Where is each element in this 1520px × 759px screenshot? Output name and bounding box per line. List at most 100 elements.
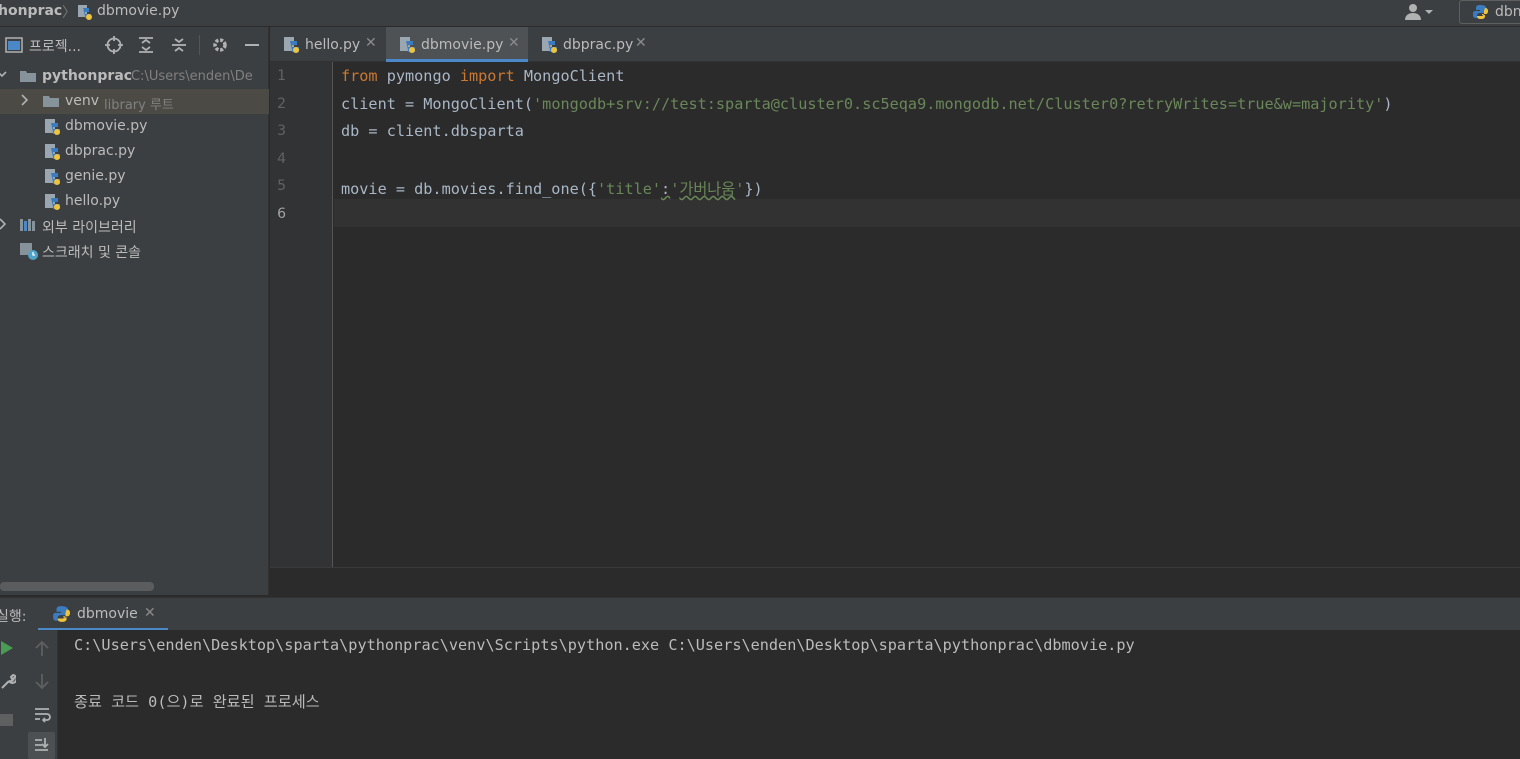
horizontal-scrollbar[interactable] — [0, 582, 154, 591]
tab-dbprac[interactable]: dbprac.py ✕ — [528, 27, 658, 62]
expand-all-icon[interactable] — [137, 36, 155, 54]
library-icon — [19, 217, 39, 237]
run-configuration-label: dbn — [1495, 4, 1520, 20]
line-number: 5 — [277, 178, 286, 194]
tab-label: dbprac.py — [563, 37, 634, 53]
tree-item-dbmovie[interactable]: dbmovie.py — [0, 114, 269, 139]
arrow-up-icon[interactable] — [34, 640, 50, 662]
navigation-bar: honprac 〉 dbmovie.py dbn — [0, 0, 1520, 27]
python-icon — [52, 605, 70, 627]
code-line-1: from pymongo import MongoClient — [341, 67, 624, 85]
gear-icon[interactable] — [211, 36, 229, 54]
python-file-icon — [44, 118, 62, 140]
tree-item-label: hello.py — [65, 193, 121, 209]
scroll-to-end-icon — [35, 738, 49, 751]
folder-icon — [19, 68, 37, 88]
code-text: MongoClient — [514, 67, 625, 85]
close-icon[interactable]: ✕ — [508, 35, 520, 51]
code-line-2: client = MongoClient('mongodb+srv://test… — [341, 95, 1393, 113]
run-console-output[interactable]: C:\Users\enden\Desktop\sparta\pythonprac… — [58, 630, 1520, 759]
project-panel-title[interactable]: 프로젝... — [29, 36, 81, 56]
code-string: 가버나움 — [679, 180, 736, 198]
soft-wrap-icon[interactable] — [33, 705, 51, 727]
tree-item-path: C:\Users\enden\De — [131, 69, 253, 84]
run-tab-dbmovie[interactable]: dbmovie ✕ — [38, 598, 168, 631]
tab-dbmovie[interactable]: dbmovie.py ✕ — [386, 27, 528, 62]
collapse-all-icon[interactable] — [170, 36, 188, 54]
python-file-icon — [399, 36, 417, 58]
breadcrumb-file[interactable]: dbmovie.py — [97, 3, 179, 19]
line-number: 3 — [277, 123, 286, 139]
tree-item-venv[interactable]: venv library 루트 — [0, 89, 269, 114]
project-panel: 프로젝... pythonprac C:\Users\enden\De venv… — [0, 27, 269, 595]
breadcrumb-project[interactable]: honprac — [0, 3, 62, 19]
chevron-down-icon[interactable] — [0, 67, 8, 85]
tree-item-label: venv — [65, 93, 100, 109]
console-line: 종료 코드 0(으)로 완료된 프로세스 — [74, 693, 320, 711]
tree-item-hint: library 루트 — [104, 98, 174, 113]
wrench-icon[interactable] — [0, 672, 18, 694]
python-file-icon — [77, 4, 93, 24]
tree-item-scratches[interactable]: 스크래치 및 콘솔 — [0, 238, 269, 263]
line-number: 4 — [277, 151, 286, 167]
python-file-icon — [44, 143, 62, 165]
tree-item-label: 스크래치 및 콘솔 — [42, 245, 142, 261]
code-string: 'title' — [597, 180, 662, 198]
python-file-icon — [283, 36, 301, 58]
user-icon — [1405, 4, 1433, 20]
code-line-3: db = client.dbsparta — [341, 122, 524, 140]
header-divider — [199, 35, 200, 55]
stop-icon[interactable] — [0, 713, 14, 731]
locate-icon[interactable] — [105, 36, 123, 54]
code-line-5: movie = db.movies.find_one({'title':'가버나… — [341, 177, 763, 199]
tree-item-label: pythonprac — [42, 68, 133, 84]
current-line-highlight — [334, 199, 1520, 227]
hide-panel-icon[interactable] — [243, 36, 261, 54]
tree-item-label: dbprac.py — [65, 143, 136, 159]
run-tab-label: dbmovie — [77, 606, 138, 622]
code-text: : — [661, 180, 671, 198]
tab-label: dbmovie.py — [421, 37, 504, 53]
line-number-gutter[interactable]: 1 2 3 4 5 6 — [270, 62, 333, 567]
editor-tab-bar: hello.py ✕ dbmovie.py ✕ dbprac.py ✕ — [270, 27, 1520, 62]
scratches-icon — [19, 242, 39, 264]
code-editor[interactable]: 1 2 3 4 5 6 from pymongo import MongoCli… — [270, 62, 1520, 567]
code-text: pymongo — [377, 67, 460, 85]
python-file-icon — [44, 168, 62, 190]
tree-item-label: genie.py — [65, 168, 126, 184]
project-view-icon[interactable] — [5, 37, 23, 57]
code-text: db = client.dbsparta — [341, 122, 524, 140]
breadcrumb-separator: 〉 — [62, 5, 76, 21]
chevron-right-icon[interactable] — [0, 217, 8, 235]
tree-item-pythonprac[interactable]: pythonprac C:\Users\enden\De — [0, 64, 269, 89]
close-icon[interactable]: ✕ — [365, 35, 377, 51]
tree-item-label: dbmovie.py — [65, 118, 148, 134]
editor-bottom-area — [270, 567, 1520, 595]
line-number: 1 — [277, 68, 286, 84]
arrow-down-icon[interactable] — [34, 672, 50, 694]
code-keyword: from — [341, 67, 378, 85]
python-file-icon — [44, 193, 62, 215]
tab-label: hello.py — [305, 37, 361, 53]
line-number-current: 6 — [277, 206, 286, 222]
close-icon[interactable]: ✕ — [144, 605, 156, 621]
chevron-right-icon[interactable] — [20, 93, 30, 111]
run-tool-window-header: 실행: dbmovie ✕ — [0, 597, 1520, 631]
user-account-button[interactable] — [1402, 2, 1438, 22]
tree-item-dbprac[interactable]: dbprac.py — [0, 139, 269, 164]
tab-hello[interactable]: hello.py ✕ — [270, 27, 385, 62]
tree-item-external-libraries[interactable]: 외부 라이브러리 — [0, 213, 269, 238]
code-keyword: import — [459, 67, 515, 85]
tree-item-genie[interactable]: genie.py — [0, 164, 269, 189]
code-text: }) — [744, 180, 763, 198]
code-text: client = MongoClient( — [341, 95, 534, 113]
run-toolbar — [0, 630, 58, 759]
run-configuration-selector[interactable]: dbn — [1459, 0, 1520, 24]
project-panel-header: 프로젝... — [0, 27, 269, 63]
python-file-icon — [541, 36, 559, 58]
tree-item-hello[interactable]: hello.py — [0, 189, 269, 214]
scroll-to-end-button[interactable] — [28, 732, 55, 759]
rerun-icon[interactable] — [0, 640, 14, 660]
code-string: ' — [670, 180, 680, 198]
close-icon[interactable]: ✕ — [635, 35, 647, 51]
